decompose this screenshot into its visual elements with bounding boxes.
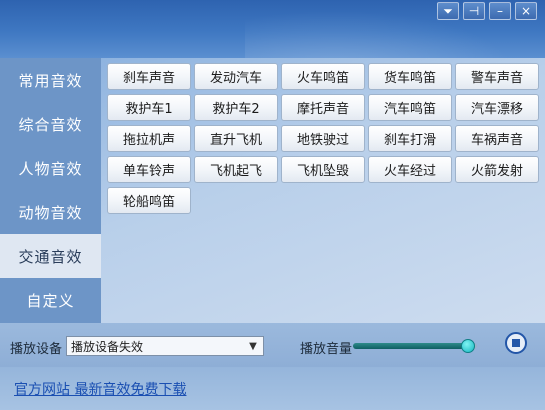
sound-button[interactable]: 火箭发射 — [455, 156, 539, 183]
sound-panel: 刹车声音 发动汽车 火车鸣笛 货车鸣笛 警车声音 救护车1 救护车2 摩托声音 … — [101, 58, 545, 323]
sidebar-item-label: 综合音效 — [18, 115, 83, 134]
footer: 官方网站 最新音效免费下载 — [0, 367, 545, 410]
sound-button[interactable]: 飞机起飞 — [194, 156, 278, 183]
sound-button[interactable]: 救护车2 — [194, 94, 278, 121]
sound-button-grid: 刹车声音 发动汽车 火车鸣笛 货车鸣笛 警车声音 救护车1 救护车2 摩托声音 … — [107, 63, 539, 214]
official-site-link[interactable]: 官方网站 最新音效免费下载 — [14, 379, 186, 399]
menu-dropdown-icon[interactable]: ⏷ — [437, 2, 459, 20]
volume-thumb[interactable] — [461, 339, 476, 353]
sound-button[interactable]: 轮船鸣笛 — [107, 187, 191, 214]
sound-button[interactable]: 发动汽车 — [194, 63, 278, 90]
device-label: 播放设备 — [10, 342, 63, 357]
close-icon[interactable]: × — [515, 2, 537, 20]
sidebar-item-people[interactable]: 人物音效 — [0, 146, 101, 190]
sound-button[interactable]: 火车鸣笛 — [281, 63, 365, 90]
sidebar-item-general[interactable]: 综合音效 — [0, 102, 101, 146]
sidebar-item-label: 常用音效 — [18, 71, 83, 90]
sidebar-item-common[interactable]: 常用音效 — [0, 58, 101, 102]
pin-icon[interactable]: ⊣ — [463, 2, 485, 20]
sound-button[interactable]: 汽车鸣笛 — [368, 94, 452, 121]
sound-button[interactable]: 摩托声音 — [281, 94, 365, 121]
stop-icon — [512, 339, 520, 347]
stop-button[interactable] — [505, 332, 527, 354]
sound-button[interactable]: 刹车声音 — [107, 63, 191, 90]
volume-label: 播放音量 — [300, 342, 353, 357]
device-select-value: 播放设备失效 — [71, 339, 144, 354]
playback-controls: 播放设备 播放设备失效 ▼ 播放音量 — [0, 323, 545, 367]
sound-button[interactable]: 拖拉机声 — [107, 125, 191, 152]
sidebar-item-traffic[interactable]: 交通音效 — [0, 234, 101, 278]
sound-button[interactable]: 货车鸣笛 — [368, 63, 452, 90]
sound-button[interactable]: 警车声音 — [455, 63, 539, 90]
window-controls: ⏷ ⊣ – × — [437, 2, 537, 20]
sidebar-item-label: 人物音效 — [18, 159, 83, 178]
sound-button[interactable]: 火车经过 — [368, 156, 452, 183]
sound-button[interactable]: 单车铃声 — [107, 156, 191, 183]
sound-button[interactable]: 飞机坠毁 — [281, 156, 365, 183]
sound-button[interactable]: 直升飞机 — [194, 125, 278, 152]
minimize-icon[interactable]: – — [489, 2, 511, 20]
sound-button[interactable]: 刹车打滑 — [368, 125, 452, 152]
sidebar-item-animals[interactable]: 动物音效 — [0, 190, 101, 234]
title-bar: ⏷ ⊣ – × — [0, 0, 545, 58]
category-sidebar: 常用音效 综合音效 人物音效 动物音效 交通音效 自定义 — [0, 58, 101, 323]
sidebar-item-label: 交通音效 — [18, 247, 83, 266]
sidebar-item-label: 自定义 — [26, 291, 75, 310]
sound-button[interactable]: 地铁驶过 — [281, 125, 365, 152]
sound-button[interactable]: 救护车1 — [107, 94, 191, 121]
sidebar-item-custom[interactable]: 自定义 — [0, 278, 101, 322]
device-select[interactable]: 播放设备失效 ▼ — [66, 336, 264, 356]
chevron-down-icon: ▼ — [249, 340, 257, 352]
sidebar-item-label: 动物音效 — [18, 203, 83, 222]
volume-slider[interactable] — [353, 343, 477, 349]
sound-button[interactable]: 车祸声音 — [455, 125, 539, 152]
volume-fill — [353, 343, 469, 349]
sound-button[interactable]: 汽车漂移 — [455, 94, 539, 121]
